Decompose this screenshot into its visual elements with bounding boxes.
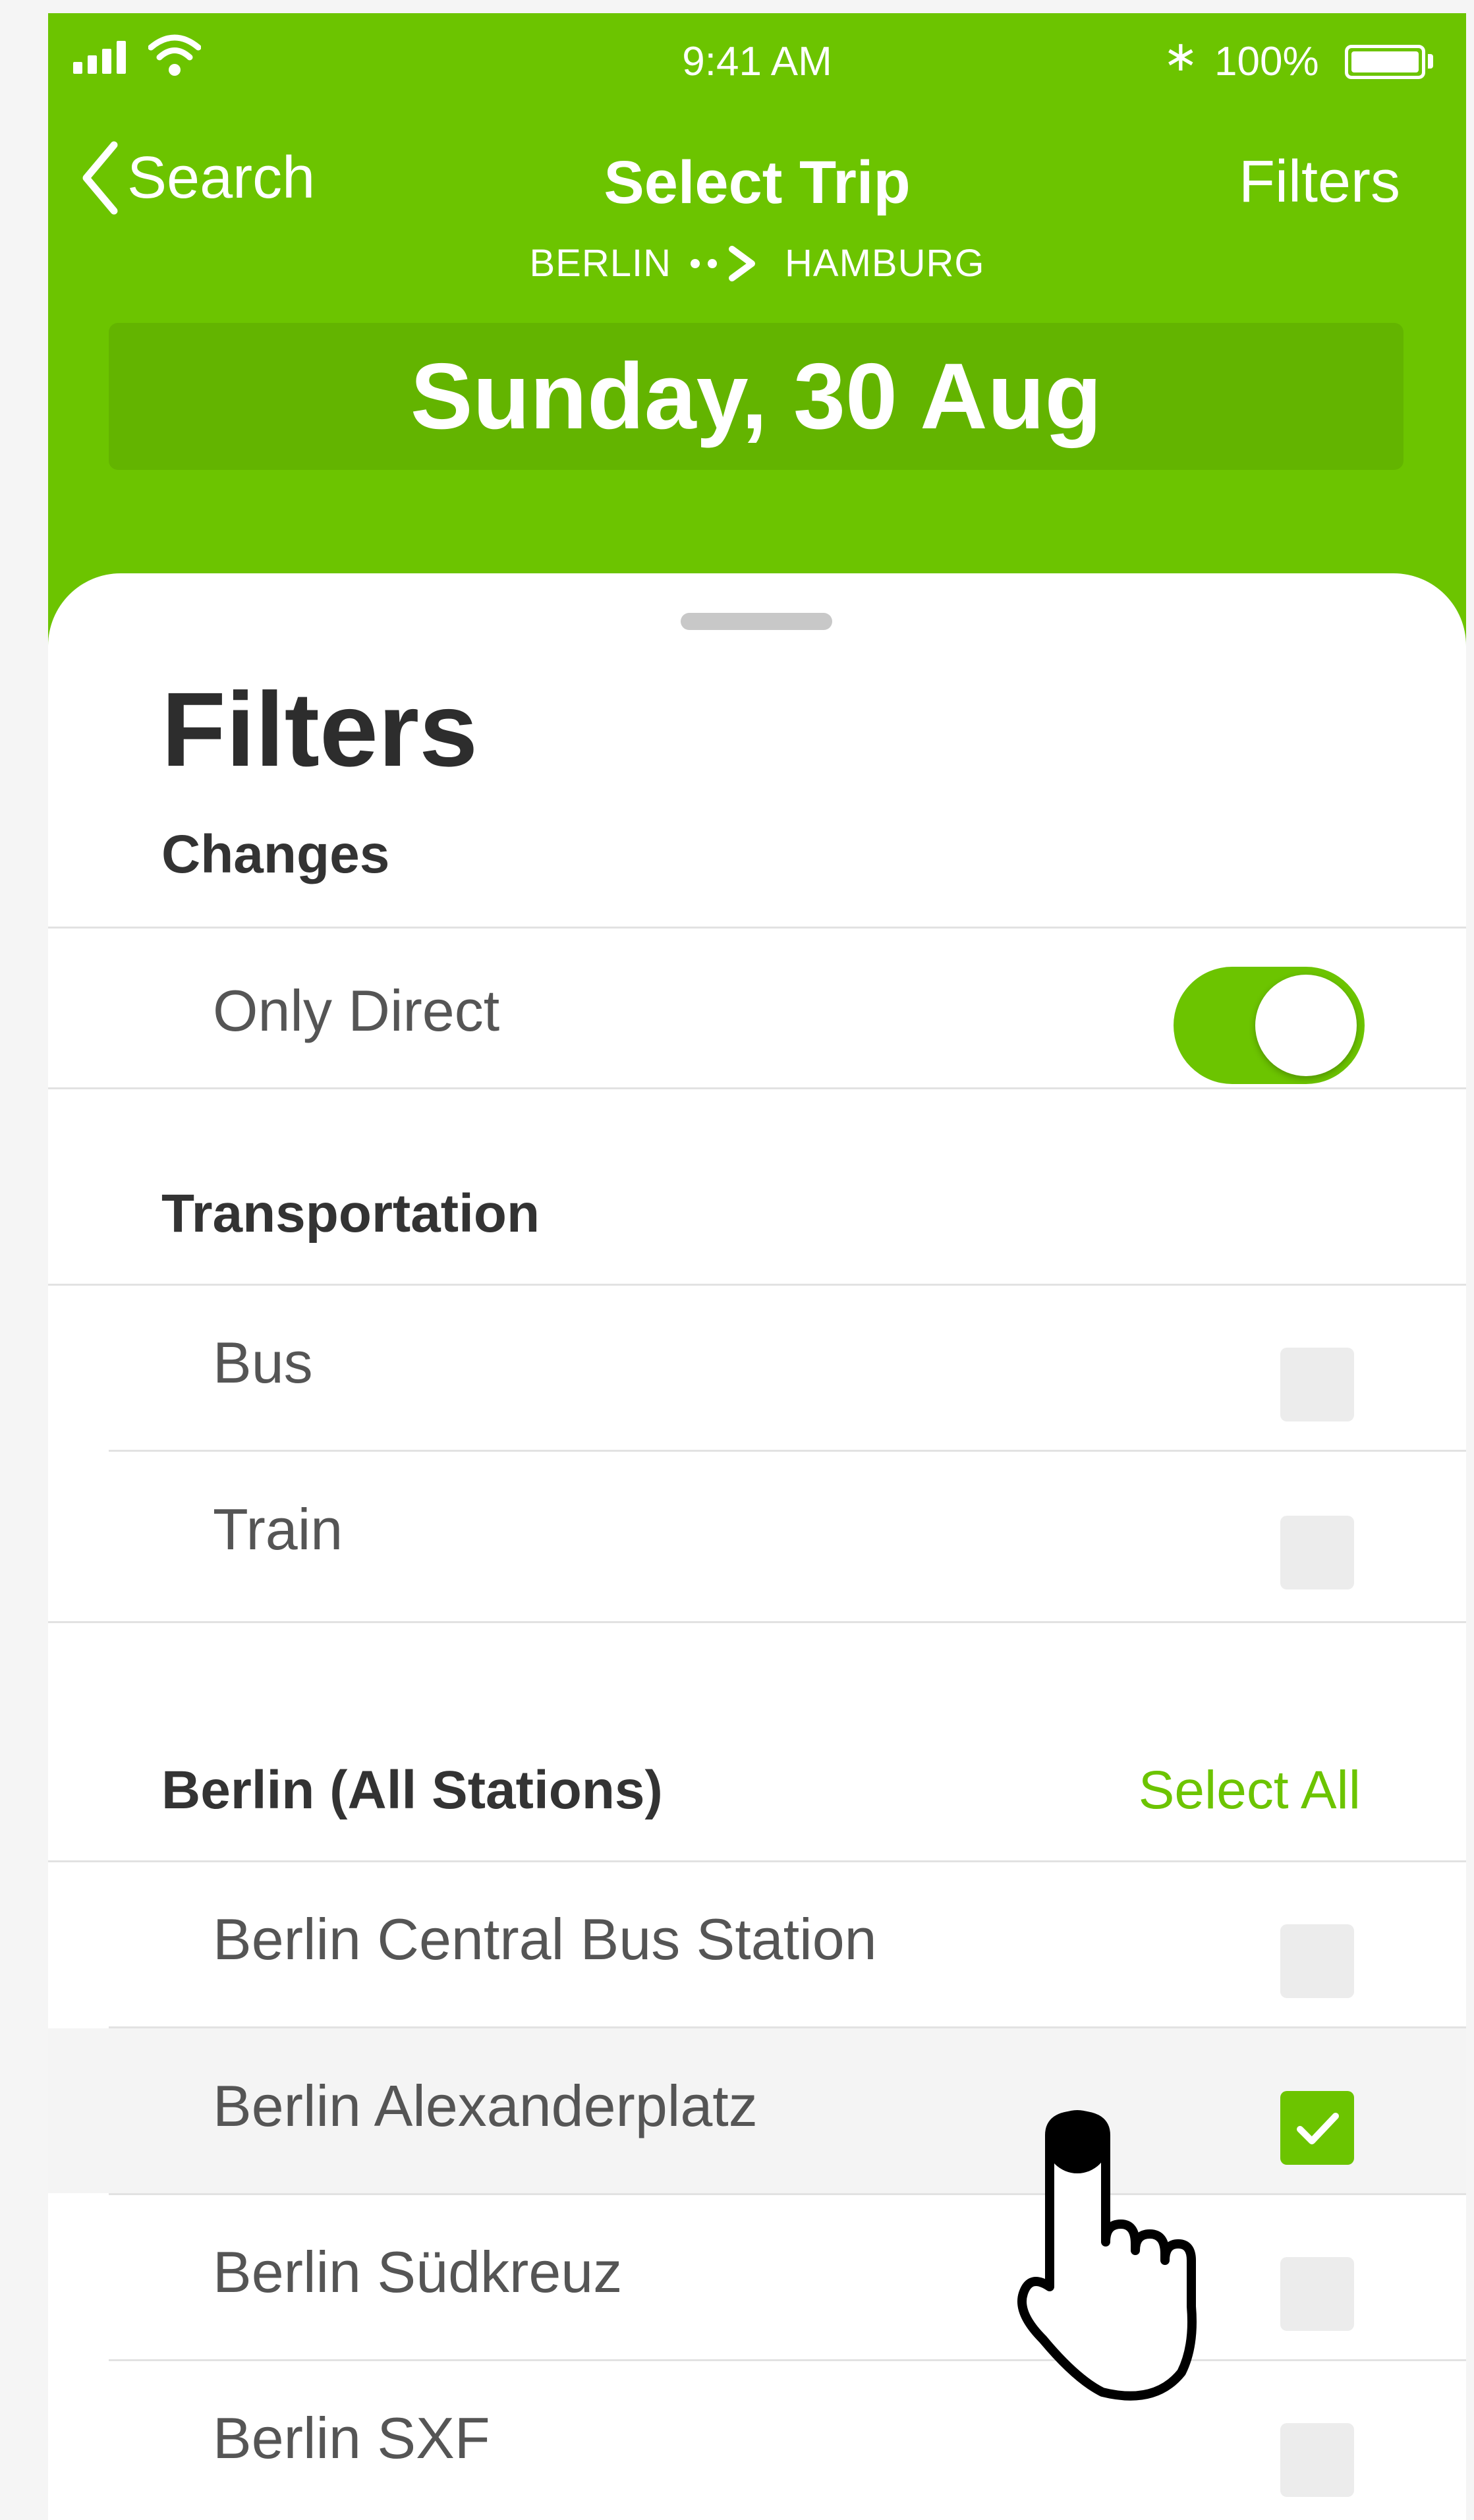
checkmark-icon: [1297, 2113, 1339, 2144]
app-screen: 9:41 AM ∗ 100% Search Select Trip BERLIN…: [48, 13, 1466, 2520]
transport-bus-label: Bus: [213, 1330, 313, 1395]
station-sxf-label: Berlin SXF: [213, 2405, 490, 2471]
section-header-berlin: Berlin (All Stations): [161, 1760, 663, 1820]
divider: [48, 927, 1466, 929]
divider: [48, 1860, 1466, 1862]
divider: [109, 2359, 1466, 2361]
station-central-bus-label: Berlin Central Bus Station: [213, 1906, 877, 1972]
section-header-transportation: Transportation: [161, 1184, 540, 1244]
transport-train-label: Train: [213, 1497, 343, 1562]
battery-percentage: 100%: [1214, 39, 1319, 84]
bluetooth-icon: ∗: [1163, 32, 1199, 80]
station-alexanderplatz-checkbox[interactable]: [1280, 2091, 1354, 2165]
divider: [48, 1284, 1466, 1286]
station-suedkreuz-label: Berlin Südkreuz: [213, 2239, 623, 2305]
station-central-bus-checkbox[interactable]: [1280, 1924, 1354, 1998]
section-header-changes: Changes: [161, 824, 390, 884]
divider: [109, 2193, 1466, 2195]
divider: [48, 1621, 1466, 1623]
battery-tip: [1428, 54, 1433, 69]
date-selector[interactable]: Sunday, 30 Aug: [109, 323, 1403, 470]
route-arrow-icon: [691, 245, 756, 281]
only-direct-label: Only Direct: [213, 978, 500, 1043]
divider: [109, 1450, 1466, 1452]
filters-button[interactable]: Filters: [1239, 148, 1400, 216]
select-all-button[interactable]: Select All: [1139, 1760, 1361, 1821]
sheet-title: Filters: [161, 670, 478, 788]
battery-icon: [1345, 45, 1425, 79]
only-direct-toggle[interactable]: [1174, 967, 1365, 1084]
divider: [48, 1087, 1466, 1089]
battery-fill: [1351, 51, 1419, 72]
sheet-grabber[interactable]: [681, 613, 832, 630]
train-checkbox[interactable]: [1280, 1516, 1354, 1589]
destination-city: HAMBURG: [785, 242, 985, 285]
origin-city: BERLIN: [529, 242, 672, 285]
hand-cursor-icon: [1017, 2110, 1197, 2401]
station-alexanderplatz-label: Berlin Alexanderplatz: [213, 2073, 758, 2138]
station-suedkreuz-checkbox[interactable]: [1280, 2257, 1354, 2331]
station-sxf-checkbox[interactable]: [1280, 2423, 1354, 2497]
status-bar: 9:41 AM ∗ 100%: [48, 13, 1466, 92]
route-subtitle: BERLIN HAMBURG: [48, 241, 1466, 285]
bus-checkbox[interactable]: [1280, 1348, 1354, 1421]
filters-sheet: Filters Changes Only Direct Transportati…: [48, 573, 1466, 2520]
toggle-knob: [1255, 975, 1357, 1076]
